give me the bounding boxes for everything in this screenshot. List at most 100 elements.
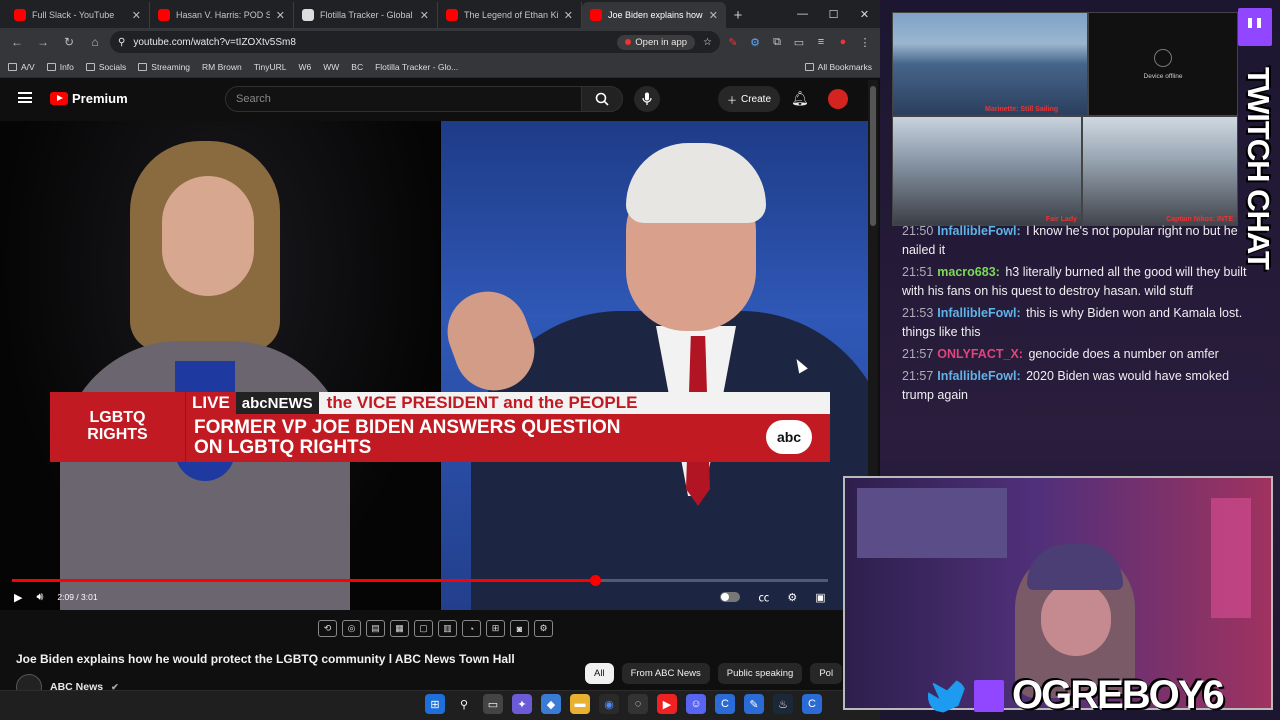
aspect-icon[interactable]: ▥ [438, 620, 457, 637]
cast-icon[interactable]: ▭ [790, 33, 808, 51]
bookmark-label: TinyURL [253, 61, 287, 72]
scrollbar-thumb[interactable] [870, 86, 876, 226]
twitch-logo-icon [974, 679, 1004, 712]
captions-icon[interactable]: ㏄ [758, 589, 769, 605]
close-icon[interactable]: ✕ [564, 9, 573, 22]
omnibox[interactable]: ⚲ youtube.com/watch?v=tIZOXtv5Sm8 Open i… [110, 31, 720, 53]
maximize-button[interactable]: ☐ [818, 0, 849, 28]
bookmark-link[interactable]: W6 [298, 62, 311, 72]
autoplay-toggle[interactable] [720, 592, 741, 602]
app-icon[interactable]: C [802, 694, 822, 714]
open-in-app-button[interactable]: Open in app [617, 34, 696, 50]
windows-start-icon[interactable]: ⊞ [425, 694, 445, 714]
steam-icon[interactable]: ♨ [773, 694, 793, 714]
crop-icon[interactable]: ▢ [414, 620, 433, 637]
tab-5-active[interactable]: Joe Biden explains how ✕ [582, 2, 726, 28]
app-icon[interactable]: C [715, 694, 735, 714]
volume-icon[interactable]: 🔊︎ [36, 591, 43, 604]
close-icon[interactable]: ✕ [420, 9, 429, 22]
bookmark-label: RM Brown [202, 61, 242, 72]
bookmark-link[interactable]: Flotilla Tracker - Glo... [375, 62, 458, 72]
network-label: abcNEWS [235, 392, 319, 414]
streamer-handle: OGREBOY6 [1012, 673, 1225, 717]
copilot-icon[interactable]: ✦ [512, 694, 532, 714]
camera-icon[interactable]: ◙ [510, 620, 529, 637]
close-icon[interactable]: ✕ [132, 9, 141, 22]
chip-politics[interactable]: Pol [810, 663, 843, 684]
task-view-icon[interactable]: ▭ [483, 694, 503, 714]
speed-icon[interactable]: ◔ [462, 620, 481, 637]
notifications-bell-icon[interactable]: 🔔︎ [791, 90, 809, 107]
miniplayer-icon[interactable]: ▣ [815, 591, 825, 604]
bookmark-link[interactable]: TinyURL [254, 62, 287, 72]
tab-title: Flotilla Tracker - Global Mo [320, 10, 414, 20]
create-button[interactable]: ＋ Create [718, 86, 780, 112]
file-explorer-icon[interactable]: ▬ [570, 694, 590, 714]
chip-public-speaking[interactable]: Public speaking [717, 663, 803, 684]
filmstrip-icon[interactable]: ▦ [390, 620, 409, 637]
search-input[interactable]: Search [225, 86, 581, 112]
audio-icon[interactable]: ◎ [342, 620, 361, 637]
media-icon[interactable]: ≡ [812, 33, 830, 51]
search-button[interactable] [581, 86, 623, 112]
bookmark-link[interactable]: RM Brown [202, 62, 242, 72]
home-button[interactable]: ⌂ [84, 31, 106, 53]
chip-all[interactable]: All [585, 663, 614, 684]
new-tab-button[interactable]: + [726, 2, 750, 28]
youtube-icon[interactable]: ▶ [657, 694, 677, 714]
settings-gear-icon[interactable]: ⚙ [787, 591, 797, 604]
video-player[interactable] [0, 121, 868, 610]
reload-button[interactable]: ↻ [58, 31, 80, 53]
chrome-icon[interactable]: ◉ [599, 694, 619, 714]
tab-strip: Full Slack - YouTube ✕ Hasan V. Harris: P… [0, 0, 880, 28]
browser-menu-icon[interactable]: ⋮ [856, 33, 874, 51]
bookmark-star-icon[interactable]: ☆ [703, 37, 712, 48]
site-info-icon[interactable]: ⚲ [118, 37, 125, 48]
search-icon[interactable]: ⚲ [454, 694, 474, 714]
neon-light [1211, 498, 1251, 618]
bookmark-link[interactable]: BC [351, 62, 363, 72]
play-icon[interactable]: ▶ [14, 591, 22, 604]
tab-3[interactable]: Flotilla Tracker - Global Mo ✕ [294, 2, 438, 28]
close-icon[interactable]: ✕ [276, 9, 285, 22]
all-bookmarks-button[interactable]: All Bookmarks [804, 61, 872, 72]
bookmark-folder[interactable]: Info [46, 62, 74, 72]
profile-avatar[interactable]: ● [834, 33, 852, 51]
youtube-logo[interactable]: Premium [50, 91, 128, 106]
back-button[interactable]: ← [6, 31, 28, 53]
screenshot-icon[interactable]: ⊞ [486, 620, 505, 637]
voice-search-button[interactable] [634, 86, 660, 112]
progress-bar[interactable] [12, 575, 828, 586]
boat-camera-feed: Marinette: Still Sailing [892, 12, 1088, 116]
chat-username: InfallibleFowl: [937, 224, 1021, 238]
obs-icon[interactable]: ◌ [628, 694, 648, 714]
tab-1[interactable]: Full Slack - YouTube ✕ [6, 2, 150, 28]
tab-2[interactable]: Hasan V. Harris: POD SAVE ✕ [150, 2, 294, 28]
bookmark-folder[interactable]: Streaming [138, 62, 190, 72]
chat-time: 21:53 [902, 306, 934, 320]
extension-icon[interactable]: ⚙ [746, 33, 764, 51]
minimize-button[interactable]: — [787, 0, 818, 28]
app-icon [625, 39, 632, 45]
bookmark-label: All Bookmarks [817, 61, 872, 72]
bookmark-link[interactable]: WW [323, 62, 339, 72]
bookmark-folder[interactable]: A/V [8, 62, 35, 72]
settings-gear-icon[interactable]: ⚙ [534, 620, 553, 637]
create-label: Create [740, 93, 771, 105]
close-window-button[interactable]: ✕ [849, 0, 880, 28]
app-icon[interactable]: ◆ [541, 694, 561, 714]
tab-4[interactable]: The Legend of Ethan Ki ✕ [438, 2, 582, 28]
discord-icon[interactable]: ☺ [686, 694, 706, 714]
bookmark-folder[interactable]: Socials [85, 62, 126, 72]
forward-button[interactable]: → [32, 31, 54, 53]
chat-message: 21:53 InfallibleFowl: this is why Biden w… [902, 304, 1247, 342]
close-icon[interactable]: ✕ [709, 9, 718, 22]
extensions-puzzle-icon[interactable]: ⧉ [768, 33, 786, 51]
loop-icon[interactable]: ⟲ [318, 620, 337, 637]
hamburger-menu-icon[interactable] [18, 92, 32, 103]
subtitles-icon[interactable]: ▤ [366, 620, 385, 637]
extension-icon[interactable]: ✎ [724, 33, 742, 51]
app-icon[interactable]: ✎ [744, 694, 764, 714]
chip-from-channel[interactable]: From ABC News [621, 663, 710, 684]
account-avatar[interactable] [828, 89, 848, 109]
